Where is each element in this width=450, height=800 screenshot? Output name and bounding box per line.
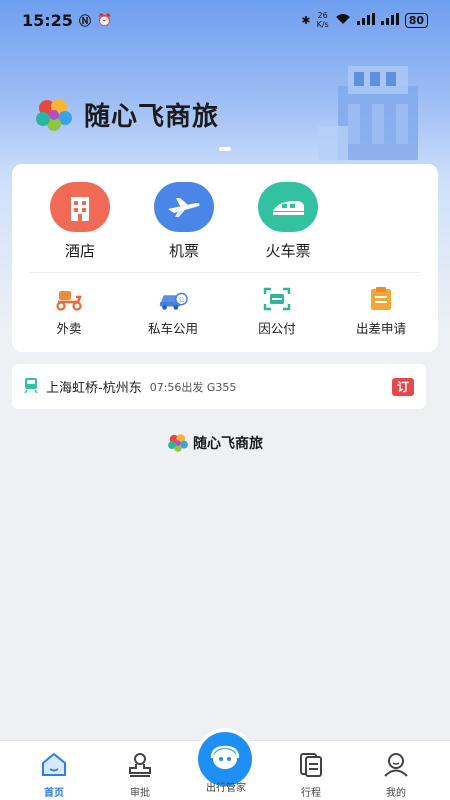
divider <box>30 272 420 273</box>
footer-brand: 随心飞商旅 <box>167 433 263 453</box>
wifi-icon <box>335 13 351 28</box>
footer-brand-name: 随心飞商旅 <box>193 436 263 452</box>
service-label: 外卖 <box>56 321 82 336</box>
nfc-icon: Ⓝ <box>78 13 91 28</box>
airplane-icon <box>154 182 214 232</box>
alarm-icon: ⏰ <box>96 13 112 27</box>
net-speed: 26 K/s <box>317 11 329 29</box>
train-small-icon <box>24 377 38 397</box>
service-label: 机票 <box>168 242 199 260</box>
trip-departure: 07:56出发 G355 <box>149 380 237 394</box>
booking-badge[interactable]: 订 <box>392 377 414 396</box>
tab-label: 我的 <box>386 788 406 799</box>
service-company-pay[interactable]: 因公付 <box>232 286 322 337</box>
service-label: 出差申请 <box>355 321 406 336</box>
net-speed-value: 26 <box>317 11 328 20</box>
scooter-icon <box>54 286 84 312</box>
tab-label: 出行管家 <box>206 783 246 794</box>
service-label: 火车票 <box>265 242 311 260</box>
services-card: 酒店 机票 火车票 外卖 公 私车公用 因公付 出差申请 <box>12 164 438 352</box>
trip-route: 上海虹桥-杭州东 <box>46 381 142 396</box>
brand-logo-icon <box>36 98 72 131</box>
service-takeout[interactable]: 外卖 <box>24 286 114 337</box>
train-icon <box>258 182 318 232</box>
tab-approval[interactable]: 审批 <box>110 751 170 799</box>
signal-icon <box>356 12 375 28</box>
service-trip-application[interactable]: 出差申请 <box>336 286 426 337</box>
carousel-indicator <box>219 147 231 151</box>
scan-pay-icon <box>262 286 292 312</box>
svg-text:公: 公 <box>179 297 185 303</box>
brand-logo-icon <box>168 434 188 452</box>
assistant-icon <box>210 745 240 769</box>
tab-profile[interactable]: 我的 <box>366 751 426 799</box>
hotel-icon <box>50 182 110 232</box>
tab-home[interactable]: 首页 <box>24 751 84 799</box>
service-flight[interactable]: 机票 <box>144 182 224 261</box>
travel-assistant-button[interactable] <box>198 732 252 786</box>
service-private-car[interactable]: 公 私车公用 <box>128 286 218 337</box>
service-train[interactable]: 火车票 <box>248 182 328 261</box>
net-speed-unit: K/s <box>316 20 329 29</box>
tab-label: 审批 <box>130 788 150 799</box>
application-icon <box>366 286 396 312</box>
battery-indicator: 80 <box>404 12 428 28</box>
bluetooth-icon: ✱ <box>301 13 311 27</box>
approval-icon <box>129 753 151 777</box>
service-label: 私车公用 <box>147 321 198 336</box>
private-car-icon: 公 <box>158 286 188 312</box>
brand-name: 随心飞商旅 <box>84 102 220 132</box>
tab-itinerary[interactable]: 行程 <box>281 751 341 799</box>
status-time: 15:25 <box>22 10 73 30</box>
home-icon <box>42 752 66 776</box>
service-label: 因公付 <box>258 321 296 336</box>
status-bar: 15:25 Ⓝ ⏰ ✱ 26 K/s 80 <box>0 0 450 40</box>
sub-services-row: 外卖 公 私车公用 因公付 出差申请 <box>12 286 438 342</box>
building-illustration <box>318 66 418 160</box>
signal-icon-2 <box>380 12 399 28</box>
tab-label: 首页 <box>44 788 64 799</box>
profile-icon <box>384 753 408 777</box>
itinerary-icon <box>300 753 322 777</box>
main-services-row: 酒店 机票 火车票 <box>12 182 438 262</box>
upcoming-trip[interactable]: 上海虹桥-杭州东 07:56出发 G355 订 <box>12 364 426 409</box>
service-hotel[interactable]: 酒店 <box>40 182 120 261</box>
tab-label: 行程 <box>301 788 321 799</box>
brand-header: 随心飞商旅 <box>34 96 219 133</box>
service-label: 酒店 <box>64 242 95 260</box>
